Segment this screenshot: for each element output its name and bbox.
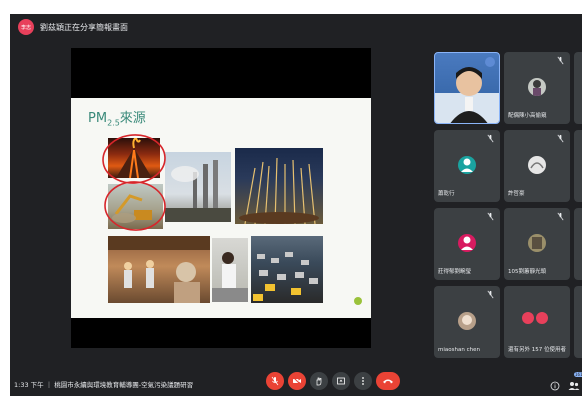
participant-tile-partial[interactable] <box>574 52 582 124</box>
annotation-circles <box>102 134 166 231</box>
camera-toggle-button[interactable] <box>288 372 306 390</box>
meeting-info: 1:33 下午 ｜ 桃園市永續與環境教育輔導團-空氣污染議題研習 <box>14 381 194 389</box>
presenter-text: 劉茲穎正在分享簡報畫面 <box>40 22 128 32</box>
avatar <box>522 312 534 324</box>
meet-window: 李志 劉茲穎正在分享簡報畫面 PM2.5來源 配偶陳小高偷窺 蕭乾行 許哲豪 莊… <box>10 14 582 396</box>
mic-off-icon <box>487 290 494 299</box>
hangup-icon <box>383 379 393 384</box>
people-count-badge: 161 <box>574 372 582 377</box>
avatar <box>528 234 546 252</box>
presenter-avatar: 李志 <box>18 19 34 35</box>
tile-menu-icon[interactable] <box>485 57 495 67</box>
people-icon <box>568 382 580 390</box>
raise-hand-button[interactable] <box>310 372 328 390</box>
present-icon <box>337 377 345 385</box>
meeting-details-button[interactable] <box>550 376 560 395</box>
participant-name: 蕭乾行 <box>438 191 455 197</box>
avatar <box>536 312 548 324</box>
avatar <box>458 312 476 330</box>
participant-name: 還有另外 157 位使用者 <box>508 347 566 353</box>
participant-tile-partial[interactable] <box>574 130 582 202</box>
participant-tile[interactable]: 105劉蕙靜光頭 <box>504 208 570 280</box>
info-icon <box>550 381 560 391</box>
slide-logo <box>354 297 362 305</box>
mic-off-icon <box>271 376 279 386</box>
participant-tile-partial[interactable] <box>574 208 582 280</box>
leave-call-button[interactable] <box>376 372 400 390</box>
participant-tile[interactable]: 莊得郁劉畹瑩 <box>434 208 500 280</box>
more-options-button[interactable] <box>354 372 372 390</box>
side-controls <box>550 376 580 395</box>
avatar <box>458 156 476 174</box>
cam-off-icon <box>292 376 302 386</box>
mic-off-icon <box>557 56 564 65</box>
participant-tile-partial[interactable] <box>574 286 582 358</box>
participant-tile[interactable]: 配偶陳小高偷窺 <box>504 52 570 124</box>
presentation-stage: PM2.5來源 <box>71 48 371 348</box>
call-controls <box>266 372 400 390</box>
mic-off-icon <box>487 134 494 143</box>
mic-off-icon <box>487 212 494 221</box>
avatar <box>528 156 546 174</box>
bottom-bar: 1:33 下午 ｜ 桃園市永續與環境教育輔導團-空氣污染議題研習 161 <box>10 370 582 396</box>
participant-tile[interactable]: miaoshan chen <box>434 286 500 358</box>
participant-tile-others[interactable]: 還有另外 157 位使用者 <box>504 286 570 358</box>
slide: PM2.5來源 <box>71 98 371 318</box>
avatar <box>458 234 476 252</box>
people-button[interactable] <box>568 376 580 395</box>
avatar <box>528 78 546 96</box>
mic-off-icon <box>557 134 564 143</box>
more-icon <box>362 377 364 385</box>
present-button[interactable] <box>332 372 350 390</box>
participant-name: 配偶陳小高偷窺 <box>508 113 547 119</box>
participant-tile[interactable]: 許哲豪 <box>504 130 570 202</box>
hand-icon <box>316 377 322 386</box>
mic-toggle-button[interactable] <box>266 372 284 390</box>
participant-name: 莊得郁劉畹瑩 <box>438 269 472 275</box>
presenter-bar: 李志 劉茲穎正在分享簡報畫面 <box>10 14 582 40</box>
participant-tile[interactable]: 蕭乾行 <box>434 130 500 202</box>
participant-tile-self-video[interactable] <box>434 52 500 124</box>
mic-off-icon <box>557 212 564 221</box>
participant-name: 許哲豪 <box>508 191 525 197</box>
participant-name: 105劉蕙靜光頭 <box>508 269 546 275</box>
participant-name: miaoshan chen <box>438 347 480 353</box>
